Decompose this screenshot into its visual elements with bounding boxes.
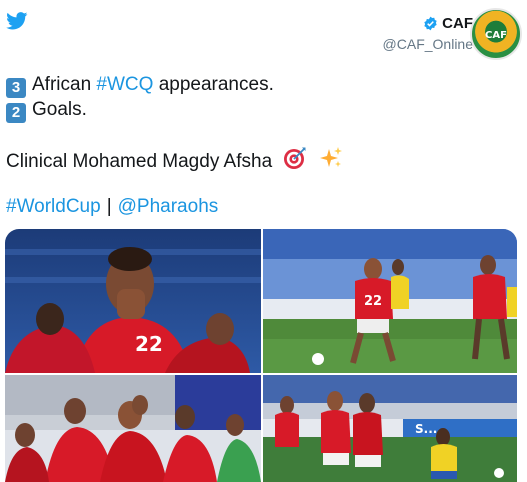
svg-text:22: 22 — [364, 294, 382, 309]
tweet-line-tags: #WorldCup | @Pharaohs — [6, 195, 218, 219]
photo-grid: 22 22 S... — [5, 229, 517, 482]
avatar-logo-text: CAF — [485, 30, 507, 41]
author-name[interactable]: CAF — [442, 15, 473, 32]
line1-rest: appearances. — [153, 74, 274, 95]
mention-pharaohs-link[interactable]: @Pharaohs — [118, 196, 219, 217]
tweet-line-clinical: Clinical Mohamed Magdy Afsha — [6, 146, 343, 174]
verified-badge-icon — [424, 16, 437, 31]
svg-text:22: 22 — [135, 332, 163, 356]
line3-text: Clinical Mohamed Magdy Afsha — [6, 151, 273, 172]
line2-text: Goals. — [32, 99, 87, 120]
photo-player-running[interactable]: 22 — [263, 229, 517, 373]
photo-celebration-closeup[interactable]: 22 — [5, 229, 261, 373]
avatar[interactable]: CAF — [470, 8, 522, 60]
photo-match-action[interactable]: S... — [263, 375, 517, 482]
keycap-two-icon: 2 — [6, 103, 26, 123]
tweet-line-goals: 2 Goals. — [6, 98, 87, 123]
keycap-three-icon: 3 — [6, 78, 26, 98]
sparkles-emoji-icon — [319, 147, 342, 167]
twitter-bird-icon[interactable] — [6, 12, 28, 30]
line1-text: African — [32, 74, 97, 95]
author-handle[interactable]: @CAF_Online — [383, 36, 473, 52]
hashtag-worldcup-link[interactable]: #WorldCup — [6, 196, 101, 217]
sponsor-board-text: S... — [415, 422, 437, 436]
hashtag-wcq-link[interactable]: #WCQ — [96, 74, 153, 95]
direct-hit-emoji-icon — [284, 147, 306, 169]
tweet-author[interactable]: CAF @CAF_Online — [383, 15, 473, 52]
photo-team-celebration[interactable] — [5, 375, 261, 482]
tweet-line-appearances: 3 African #WCQ appearances. — [6, 73, 274, 98]
separator: | — [106, 196, 112, 217]
